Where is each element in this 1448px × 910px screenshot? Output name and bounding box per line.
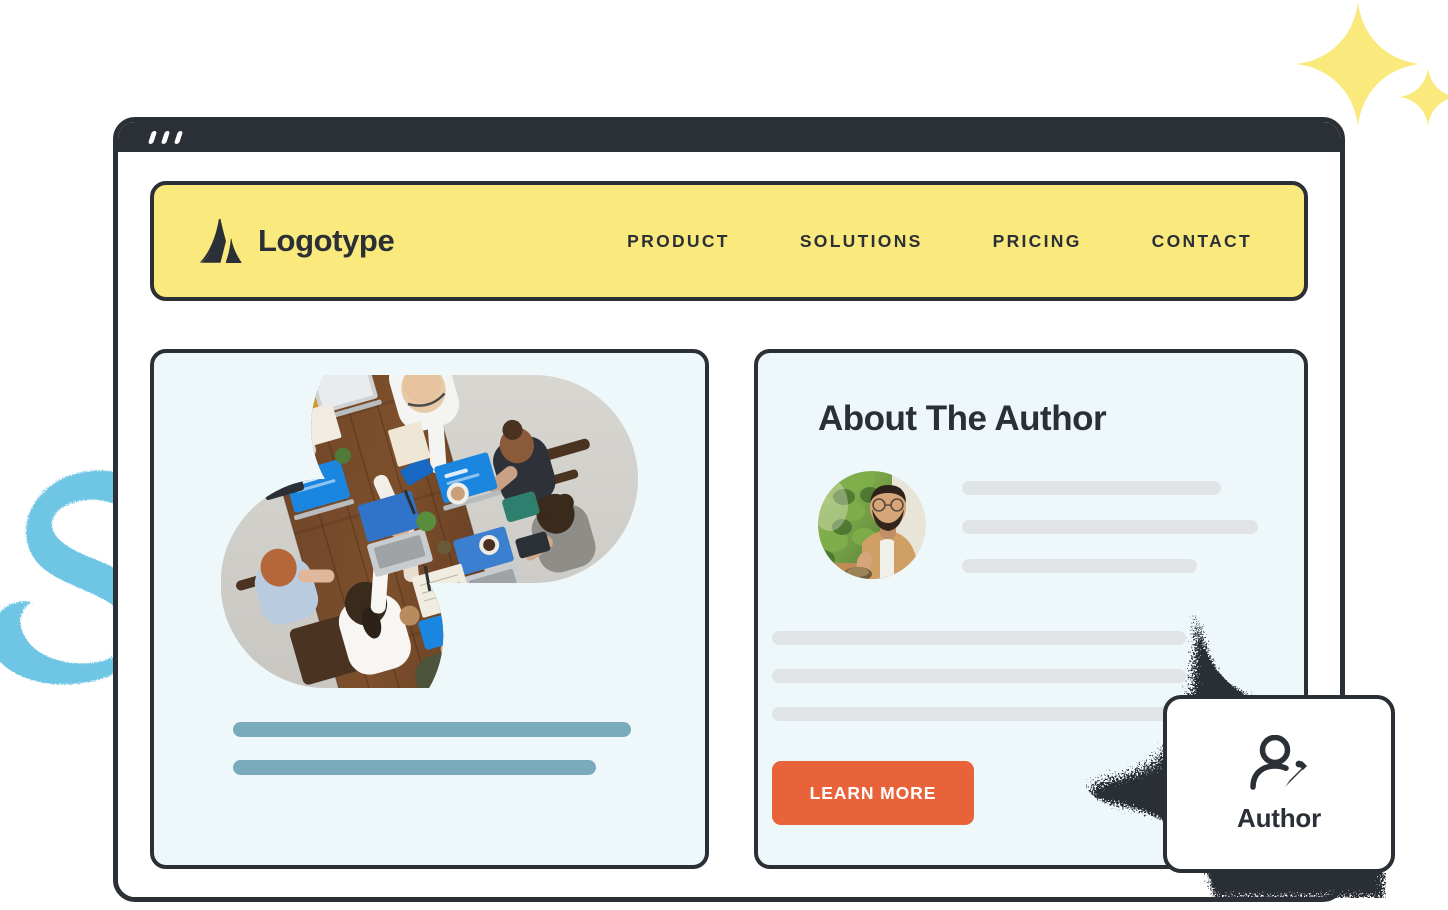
author-body-line-3 [771, 707, 1186, 721]
site-header: Logotype PRODUCT SOLUTIONS PRICING CONTA… [150, 181, 1308, 301]
author-badge-card[interactable]: Author [1163, 695, 1395, 873]
nav-item-product[interactable]: PRODUCT [627, 231, 730, 252]
browser-titlebar [118, 122, 1340, 152]
author-bio-lines [961, 471, 1258, 573]
brand-name: Logotype [258, 223, 395, 258]
learn-more-button[interactable]: LEARN MORE [771, 761, 974, 825]
author-body-line-1 [771, 631, 1186, 645]
author-badge-label: Author [1237, 802, 1321, 833]
nav-item-pricing[interactable]: PRICING [993, 231, 1082, 252]
article-text-line-1 [233, 722, 631, 737]
person-edit-author-icon [1249, 734, 1309, 793]
mountain-peak-logo-icon [200, 219, 242, 263]
nav-item-solutions[interactable]: SOLUTIONS [800, 231, 923, 252]
screenshot-canvas: Logotype PRODUCT SOLUTIONS PRICING CONTA… [0, 0, 1448, 910]
page-title: About The Author [817, 399, 1107, 438]
article-card [150, 349, 709, 869]
window-dot-1[interactable] [147, 131, 158, 144]
sparkle-small-icon [1399, 68, 1448, 126]
team-meeting-photo [220, 375, 638, 688]
main-nav: PRODUCT SOLUTIONS PRICING CONTACT [627, 231, 1262, 252]
brand[interactable]: Logotype [200, 219, 395, 263]
author-bio-line-2 [961, 520, 1258, 534]
author-bio-row [817, 471, 1304, 579]
content-row: About The Author LEARN MORE [150, 349, 1308, 869]
page-body: Logotype PRODUCT SOLUTIONS PRICING CONTA… [118, 152, 1340, 897]
article-text-line-2 [233, 760, 596, 775]
window-controls[interactable] [147, 131, 184, 144]
avatar [817, 471, 926, 579]
window-dot-3[interactable] [173, 131, 184, 144]
author-body-line-2 [771, 669, 1186, 683]
browser-window: Logotype PRODUCT SOLUTIONS PRICING CONTA… [113, 117, 1345, 902]
article-text-lines [176, 722, 683, 775]
author-bio-line-3 [961, 559, 1197, 573]
window-dot-2[interactable] [160, 131, 171, 144]
author-bio-line-1 [961, 481, 1221, 495]
nav-item-contact[interactable]: CONTACT [1152, 231, 1252, 252]
